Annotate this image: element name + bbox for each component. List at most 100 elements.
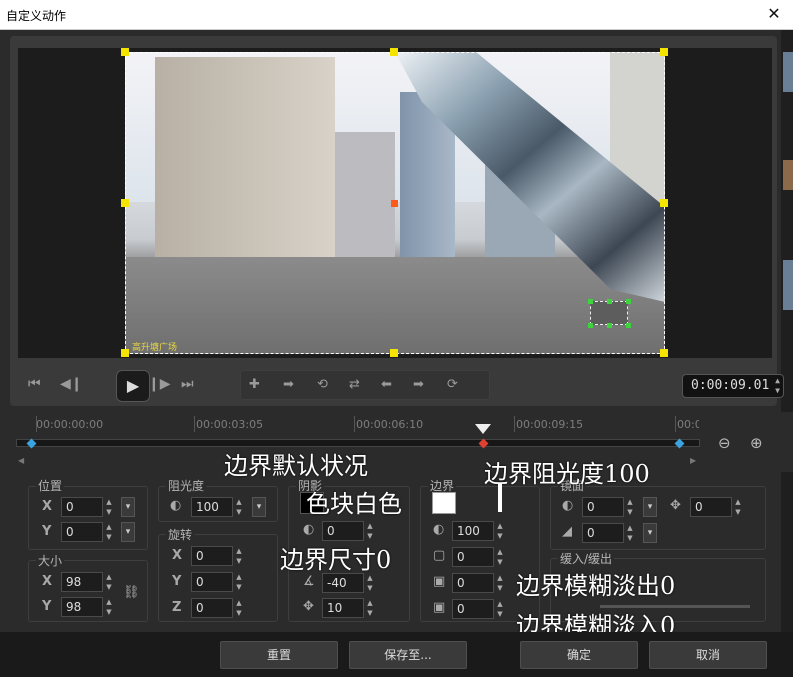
tick-label: 00:00:03:05: [196, 418, 264, 431]
spinner-arrows-icon[interactable]: ▲ ▼: [103, 597, 115, 617]
spinner-arrows-icon[interactable]: ▲ ▼: [624, 523, 636, 543]
size-y-input[interactable]: 98: [61, 597, 103, 617]
size-x-input[interactable]: 98: [61, 572, 103, 592]
mirror-opacity-icon: ◐: [562, 498, 574, 513]
spinner-arrows-icon[interactable]: ▲ ▼: [494, 599, 506, 619]
resize-handle[interactable]: [660, 349, 668, 357]
spinner-arrows-icon[interactable]: ▲ ▼: [494, 547, 506, 567]
zoom-in-icon[interactable]: ⊕: [750, 434, 763, 452]
mirror-move-icon: ✥: [670, 498, 681, 513]
link-aspect-icon[interactable]: ⛓: [123, 585, 140, 600]
spinner-arrows-icon[interactable]: ▲ ▼: [494, 521, 506, 541]
opacity-input[interactable]: 100: [191, 497, 233, 517]
mirror-menu-button[interactable]: ▾: [643, 497, 657, 517]
zoom-out-icon[interactable]: ⊖: [718, 434, 731, 452]
resize-handle[interactable]: [121, 48, 129, 56]
annotation-fade-out: 边界模糊淡出0: [516, 572, 676, 600]
add-keyframe-icon[interactable]: ✚: [249, 377, 260, 392]
spinner-arrows-icon[interactable]: ▲ ▼: [233, 572, 245, 592]
keyframe-toolbar: ✚ ➡ ⟲ ⇄ ⬅ ➡ ⟳: [240, 370, 490, 400]
mirror-distance-input[interactable]: 0: [690, 497, 732, 517]
mirror-opacity-input[interactable]: 0: [582, 497, 624, 517]
spinner-arrows-icon[interactable]: ▲ ▼: [364, 573, 376, 593]
spinner-arrows-icon[interactable]: ▲ ▼: [233, 497, 245, 517]
timecode-field[interactable]: 0:00:09.01 ▲ ▼: [682, 374, 784, 398]
spinner-arrows-icon[interactable]: ▲ ▼: [494, 573, 506, 593]
window-title: 自定义动作: [6, 9, 67, 23]
mirror-gradient-input[interactable]: 0: [582, 523, 624, 543]
position-x-menu-button[interactable]: ▾: [121, 497, 135, 517]
spinner-arrows-icon[interactable]: ▲ ▼: [624, 497, 636, 517]
transport-bar: ⏮ ◀❙ ▶ ❙▶ ⏭ ✚ ➡ ⟲ ⇄ ⬅ ➡ ⟳ 0:00:09.01 ▲ ▼: [18, 368, 784, 404]
center-point[interactable]: [391, 200, 398, 207]
rotation-x-input[interactable]: 0: [191, 546, 233, 566]
border-size-input[interactable]: 0: [452, 547, 494, 567]
position-y-label: Y: [42, 524, 52, 539]
reset-button[interactable]: 重置: [220, 641, 338, 669]
tick-mark: [354, 416, 355, 432]
shadow-distance-input[interactable]: 10: [322, 598, 364, 618]
spinner-arrows-icon[interactable]: ▲ ▼: [732, 497, 744, 517]
save-to-button[interactable]: 保存至...: [349, 641, 467, 669]
resize-handle[interactable]: [660, 199, 668, 207]
reverse-icon[interactable]: ⇄: [349, 377, 360, 392]
move-right-icon[interactable]: ➡: [413, 377, 424, 392]
spinner-arrows-icon[interactable]: ▲ ▼: [364, 521, 376, 541]
border-opacity-icon: ◐: [433, 522, 445, 537]
spinner-arrows-icon[interactable]: ▲ ▼: [103, 497, 115, 517]
mini-frame-handle[interactable]: [607, 323, 612, 328]
scroll-left-icon[interactable]: ◀: [18, 456, 24, 465]
resize-handle[interactable]: [660, 48, 668, 56]
border-fade-out-input[interactable]: 0: [452, 573, 494, 593]
spinner-arrows-icon[interactable]: ▲ ▼: [233, 546, 245, 566]
spinner-arrows-icon[interactable]: ▲ ▼: [364, 598, 376, 618]
playhead[interactable]: [475, 424, 491, 434]
close-icon[interactable]: ✕: [765, 5, 783, 23]
tick-label: 00:00:06:10: [356, 418, 424, 431]
mini-frame-handle[interactable]: [588, 299, 593, 304]
mini-frame[interactable]: [590, 301, 628, 325]
mini-frame-handle[interactable]: [607, 299, 612, 304]
remove-keyframe-icon[interactable]: ➡: [283, 377, 294, 392]
title-bar: 自定义动作 ✕: [0, 0, 793, 30]
timecode-spinner-icon[interactable]: ▲ ▼: [775, 376, 780, 396]
border-color-swatch[interactable]: [432, 492, 456, 514]
mini-frame-handle[interactable]: [588, 323, 593, 328]
resize-handle[interactable]: [121, 349, 129, 357]
resize-handle[interactable]: [121, 199, 129, 207]
resize-handle[interactable]: [390, 48, 398, 56]
shadow-opacity-input[interactable]: 0: [322, 521, 364, 541]
rotation-z-input[interactable]: 0: [191, 598, 233, 618]
go-to-start-icon[interactable]: ⏮: [28, 376, 41, 392]
spinner-arrows-icon[interactable]: ▲ ▼: [103, 522, 115, 542]
mini-frame-handle[interactable]: [626, 323, 631, 328]
rotation-y-input[interactable]: 0: [191, 572, 233, 592]
previous-frame-icon[interactable]: ◀❙: [60, 376, 83, 392]
border-fade-in-input[interactable]: 0: [452, 599, 494, 619]
position-y-menu-button[interactable]: ▾: [121, 522, 135, 542]
tick-label: 00:00:00:00: [36, 418, 104, 431]
mirror-gradient-menu-button[interactable]: ▾: [643, 523, 657, 543]
mini-frame-handle[interactable]: [626, 299, 631, 304]
reset-keyframe-icon[interactable]: ⟳: [447, 377, 458, 392]
annotation-pointer: [498, 484, 502, 512]
position-x-input[interactable]: 0: [61, 497, 103, 517]
shadow-angle-input[interactable]: -40: [322, 573, 364, 593]
ok-button[interactable]: 确定: [520, 641, 638, 669]
spinner-arrows-icon[interactable]: ▲ ▼: [233, 598, 245, 618]
flip-keyframe-icon[interactable]: ⟲: [317, 377, 328, 392]
tick-label: 00:00:09:15: [516, 418, 584, 431]
timeline: 00:00:00:00 00:00:03:05 00:00:06:10 00:0…: [0, 412, 793, 472]
next-frame-icon[interactable]: ❙▶: [148, 376, 171, 392]
cancel-button[interactable]: 取消: [649, 641, 767, 669]
spinner-arrows-icon[interactable]: ▲ ▼: [103, 572, 115, 592]
opacity-menu-button[interactable]: ▾: [252, 497, 266, 517]
move-left-icon[interactable]: ⬅: [381, 377, 392, 392]
go-to-end-icon[interactable]: ⏭: [181, 376, 194, 392]
position-y-input[interactable]: 0: [61, 522, 103, 542]
scroll-right-icon[interactable]: ▶: [690, 456, 696, 465]
border-opacity-input[interactable]: 100: [452, 521, 494, 541]
resize-handle[interactable]: [390, 349, 398, 357]
opacity-icon: ◐: [170, 498, 182, 513]
play-icon[interactable]: ▶: [116, 370, 150, 402]
